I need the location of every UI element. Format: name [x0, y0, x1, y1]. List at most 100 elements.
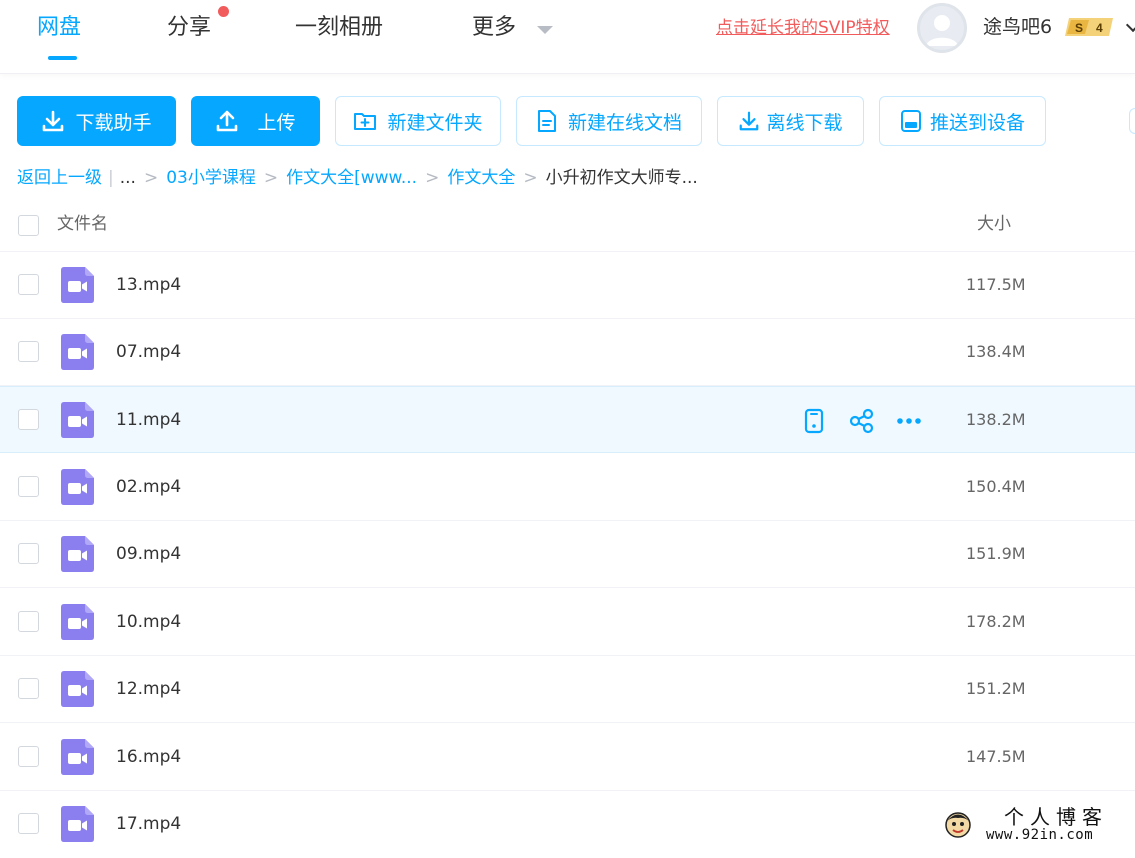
- row-checkbox[interactable]: [18, 274, 39, 295]
- video-file-icon: [61, 739, 94, 775]
- file-size: 138.2M: [966, 410, 1026, 429]
- breadcrumb-separator: >: [143, 168, 159, 188]
- download-helper-label: 下载助手: [75, 111, 152, 134]
- new-folder-icon: [354, 113, 377, 130]
- new-online-doc-label: 新建在线文档: [567, 111, 682, 134]
- breadcrumb-back-link[interactable]: 返回上一级: [17, 166, 102, 190]
- svg-text:4: 4: [1096, 21, 1103, 35]
- table-row[interactable]: 07.mp4 138.4M: [0, 319, 1135, 386]
- offline-download-label: 离线下载: [766, 111, 843, 134]
- share-icon[interactable]: [849, 408, 875, 434]
- row-checkbox[interactable]: [18, 341, 39, 362]
- breadcrumb: 返回上一级 | ... > 03小学课程 > 作文大全[www... > 作文大…: [17, 166, 698, 190]
- chevron-down-icon[interactable]: [537, 26, 553, 34]
- column-header-size[interactable]: 大小: [977, 212, 1011, 236]
- table-header: 文件名 大小: [0, 200, 1135, 252]
- tab-yike-album[interactable]: 一刻相册: [295, 12, 383, 44]
- push-to-phone-icon[interactable]: [801, 408, 827, 434]
- file-name[interactable]: 17.mp4: [116, 812, 181, 836]
- file-size: 117.5M: [966, 275, 1026, 294]
- file-size: 147.5M: [966, 747, 1026, 766]
- offline-download-button[interactable]: 离线下载: [717, 96, 864, 146]
- user-menu-caret-icon[interactable]: [1125, 17, 1135, 33]
- file-name[interactable]: 13.mp4: [116, 273, 181, 297]
- active-tab-indicator: [48, 56, 77, 60]
- table-row[interactable]: 16.mp4 147.5M: [0, 724, 1135, 791]
- new-folder-button[interactable]: 新建文件夹: [335, 96, 501, 146]
- new-online-doc-button[interactable]: 新建在线文档: [516, 96, 702, 146]
- more-options-icon[interactable]: [896, 408, 922, 434]
- file-name[interactable]: 07.mp4: [116, 340, 181, 364]
- video-file-icon: [61, 806, 94, 842]
- file-size: 178.2M: [966, 612, 1026, 631]
- offline-download-icon: [740, 111, 759, 131]
- user-avatar-icon: [926, 15, 958, 46]
- row-checkbox[interactable]: [18, 678, 39, 699]
- file-name[interactable]: 10.mp4: [116, 610, 181, 634]
- svip-level-badge-icon[interactable]: S 4: [1065, 16, 1117, 38]
- select-all-checkbox[interactable]: [18, 215, 39, 236]
- breadcrumb-separator: >: [523, 168, 538, 188]
- row-checkbox[interactable]: [18, 543, 39, 564]
- blog-watermark: 个人博客 www.92in.com: [944, 804, 1135, 847]
- row-checkbox[interactable]: [18, 409, 39, 430]
- svg-text:S: S: [1075, 21, 1083, 35]
- tab-share[interactable]: 分享: [167, 12, 211, 44]
- row-checkbox[interactable]: [18, 746, 39, 767]
- tab-netdisk[interactable]: 网盘: [37, 12, 81, 44]
- video-file-icon: [61, 604, 94, 640]
- breadcrumb-ellipsis[interactable]: ...: [120, 166, 136, 190]
- toolbar-overflow-button[interactable]: [1129, 108, 1135, 134]
- file-name[interactable]: 02.mp4: [116, 475, 181, 499]
- upload-icon: [217, 110, 238, 132]
- row-checkbox[interactable]: [18, 813, 39, 834]
- username[interactable]: 途鸟吧6: [983, 13, 1052, 41]
- video-file-icon: [61, 671, 94, 707]
- video-file-icon: [61, 469, 94, 505]
- file-size: 138.4M: [966, 342, 1026, 361]
- breadcrumb-separator: >: [425, 168, 440, 188]
- document-icon: [537, 110, 556, 132]
- file-size: 151.2M: [966, 679, 1026, 698]
- svip-renew-link[interactable]: 点击延长我的SVIP特权: [716, 16, 890, 40]
- row-checkbox[interactable]: [18, 611, 39, 632]
- video-file-icon: [61, 402, 94, 438]
- breadcrumb-separator: >: [263, 168, 279, 188]
- table-row[interactable]: 02.mp4 150.4M: [0, 454, 1135, 521]
- column-header-filename[interactable]: 文件名: [57, 212, 108, 236]
- breadcrumb-item[interactable]: 作文大全[www...: [286, 166, 417, 190]
- table-row-hovered[interactable]: 11.mp4 138.2M: [0, 386, 1135, 453]
- table-row[interactable]: 13.mp4 117.5M: [0, 252, 1135, 319]
- video-file-icon: [61, 334, 94, 370]
- file-name[interactable]: 16.mp4: [116, 745, 181, 769]
- video-file-icon: [61, 536, 94, 572]
- download-helper-button[interactable]: 下载助手: [17, 96, 176, 146]
- table-row[interactable]: 10.mp4 178.2M: [0, 589, 1135, 656]
- breadcrumb-current: 小升初作文大师专...: [545, 168, 698, 188]
- file-size: 150.4M: [966, 477, 1026, 496]
- watermark-title: 个人博客: [1004, 805, 1108, 829]
- watermark-url: www.92in.com: [986, 827, 1094, 843]
- video-file-icon: [61, 267, 94, 303]
- table-row[interactable]: 09.mp4 151.9M: [0, 521, 1135, 588]
- file-size: 151.9M: [966, 544, 1026, 563]
- file-name[interactable]: 11.mp4: [116, 408, 181, 432]
- upload-label: 上传: [257, 111, 296, 134]
- breadcrumb-divider: |: [108, 168, 114, 188]
- file-name[interactable]: 09.mp4: [116, 542, 181, 566]
- avatar[interactable]: [917, 3, 967, 53]
- breadcrumb-item[interactable]: 作文大全: [447, 166, 515, 190]
- tab-more[interactable]: 更多: [472, 12, 516, 44]
- push-to-device-button[interactable]: 推送到设备: [879, 96, 1046, 146]
- upload-button[interactable]: 上传: [191, 96, 320, 146]
- top-nav-bar: 网盘 分享 一刻相册 更多 点击延长我的SVIP特权 途鸟吧6 S 4: [0, 0, 1135, 74]
- push-to-device-label: 推送到设备: [929, 111, 1025, 134]
- download-icon: [43, 110, 64, 132]
- file-name[interactable]: 12.mp4: [116, 677, 181, 701]
- cartoon-face-icon: [945, 812, 971, 838]
- device-icon: [900, 110, 921, 132]
- new-folder-label: 新建文件夹: [387, 111, 483, 134]
- breadcrumb-item[interactable]: 03小学课程: [166, 166, 256, 190]
- row-checkbox[interactable]: [18, 476, 39, 497]
- table-row[interactable]: 12.mp4 151.2M: [0, 656, 1135, 723]
